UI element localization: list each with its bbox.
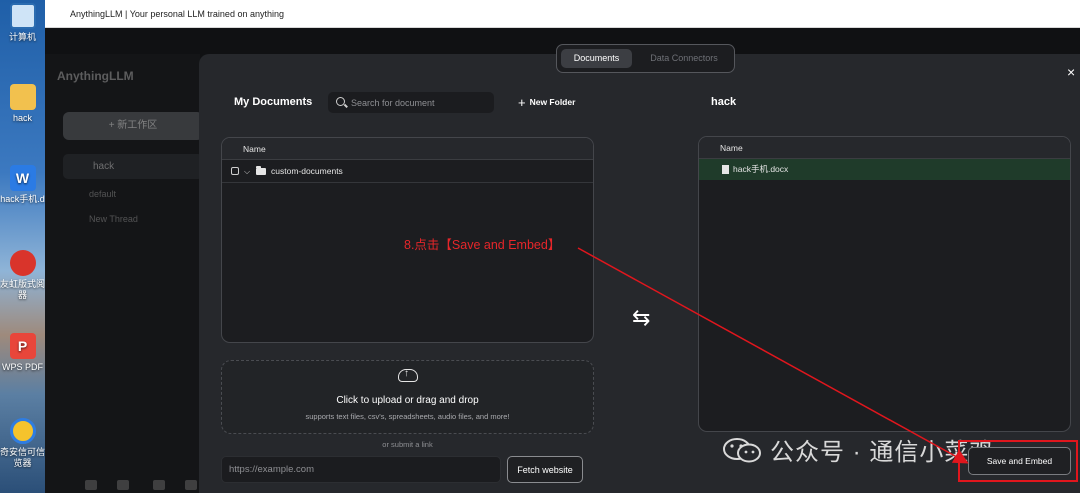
sidebar-item-workspace[interactable]: hack xyxy=(63,154,203,179)
browser-title-bar: AnythingLLM | Your personal LLM trained … xyxy=(45,0,1080,28)
plus-icon: + xyxy=(518,95,526,110)
sidebar: AnythingLLM + 新工作区 hack default New Thre… xyxy=(45,54,203,493)
page-title: AnythingLLM | Your personal LLM trained … xyxy=(70,9,284,19)
list-item[interactable]: ⌵ custom-documents xyxy=(222,160,593,183)
browser-icon xyxy=(9,418,36,444)
new-thread-item[interactable]: New Thread xyxy=(89,214,138,224)
cloud-upload-icon xyxy=(398,368,418,382)
discord-icon[interactable] xyxy=(153,480,165,490)
desktop-icon-computer[interactable]: 计算机 xyxy=(0,3,45,43)
desktop-strip: 计算机 hack W hack手机.d 友虹版式阅器 P WPS PDF 奇安信… xyxy=(0,0,45,493)
reader-app-icon xyxy=(9,250,36,276)
desktop-icon-label: 奇安信可信览器 xyxy=(0,447,45,468)
desktop-icon-wps-pdf[interactable]: P WPS PDF xyxy=(0,333,45,373)
desktop-icon-label: 计算机 xyxy=(8,32,36,42)
desktop-icon-hack-folder[interactable]: hack xyxy=(0,84,45,124)
upload-subtitle: supports text files, csv's, spreadsheets… xyxy=(305,412,510,421)
footer-icon[interactable] xyxy=(117,480,129,490)
url-input[interactable] xyxy=(221,456,501,483)
chevron-down-icon[interactable]: ⌵ xyxy=(244,160,250,183)
desktop-icon-label: 友虹版式阅器 xyxy=(0,279,45,300)
list-item[interactable]: hack手机.docx xyxy=(699,159,1070,180)
pdf-app-icon: P xyxy=(9,333,36,359)
tab-documents[interactable]: Documents xyxy=(561,49,632,68)
desktop-icon-reader[interactable]: 友虹版式阅器 xyxy=(0,250,45,301)
wechat-icon xyxy=(723,438,761,463)
footer-icon[interactable] xyxy=(85,480,97,490)
folder-icon xyxy=(9,84,36,110)
folder-icon xyxy=(256,166,266,175)
computer-icon xyxy=(9,3,36,29)
search-icon xyxy=(336,97,345,106)
workspace-title: hack xyxy=(711,96,737,108)
annotation-label: 8.点击【Save and Embed】 xyxy=(404,238,561,252)
checkbox[interactable] xyxy=(231,167,239,175)
settings-icon[interactable] xyxy=(185,480,197,490)
upload-dropzone[interactable]: Click to upload or drag and drop support… xyxy=(221,360,594,434)
new-folder-button[interactable]: + New Folder xyxy=(518,95,575,110)
file-icon xyxy=(722,165,729,174)
workspace-documents-list: Name hack手机.docx xyxy=(698,136,1071,432)
fetch-website-button[interactable]: Fetch website xyxy=(507,456,583,483)
modal-tabs: Documents Data Connectors xyxy=(556,44,735,73)
or-submit-link-label: or submit a link xyxy=(382,440,433,449)
desktop-icon-browser[interactable]: 奇安信可信览器 xyxy=(0,418,45,469)
app-logo: AnythingLLM xyxy=(57,69,134,83)
desktop-icon-docx[interactable]: W hack手机.d xyxy=(0,165,45,205)
search-box xyxy=(328,92,494,113)
swap-arrows-icon: ⇆ xyxy=(632,305,651,330)
thread-item[interactable]: default xyxy=(89,189,116,199)
annotation-highlight-box xyxy=(958,440,1078,482)
folder-name: custom-documents xyxy=(271,166,343,176)
file-name: hack手机.docx xyxy=(733,164,789,174)
new-workspace-button[interactable]: + 新工作区 xyxy=(63,112,203,140)
new-folder-label: New Folder xyxy=(529,97,576,107)
my-documents-title: My Documents xyxy=(234,96,313,108)
word-doc-icon: W xyxy=(9,165,36,191)
upload-title: Click to upload or drag and drop xyxy=(336,395,479,406)
close-icon[interactable]: × xyxy=(1067,64,1075,80)
column-header-name: Name xyxy=(222,138,593,160)
search-input[interactable] xyxy=(351,95,489,110)
desktop-icon-label: hack xyxy=(12,113,32,123)
column-header-name: Name xyxy=(699,137,1070,159)
desktop-icon-label: hack手机.d xyxy=(0,194,45,204)
tab-data-connectors[interactable]: Data Connectors xyxy=(636,49,732,68)
desktop-icon-label: WPS PDF xyxy=(1,362,43,372)
